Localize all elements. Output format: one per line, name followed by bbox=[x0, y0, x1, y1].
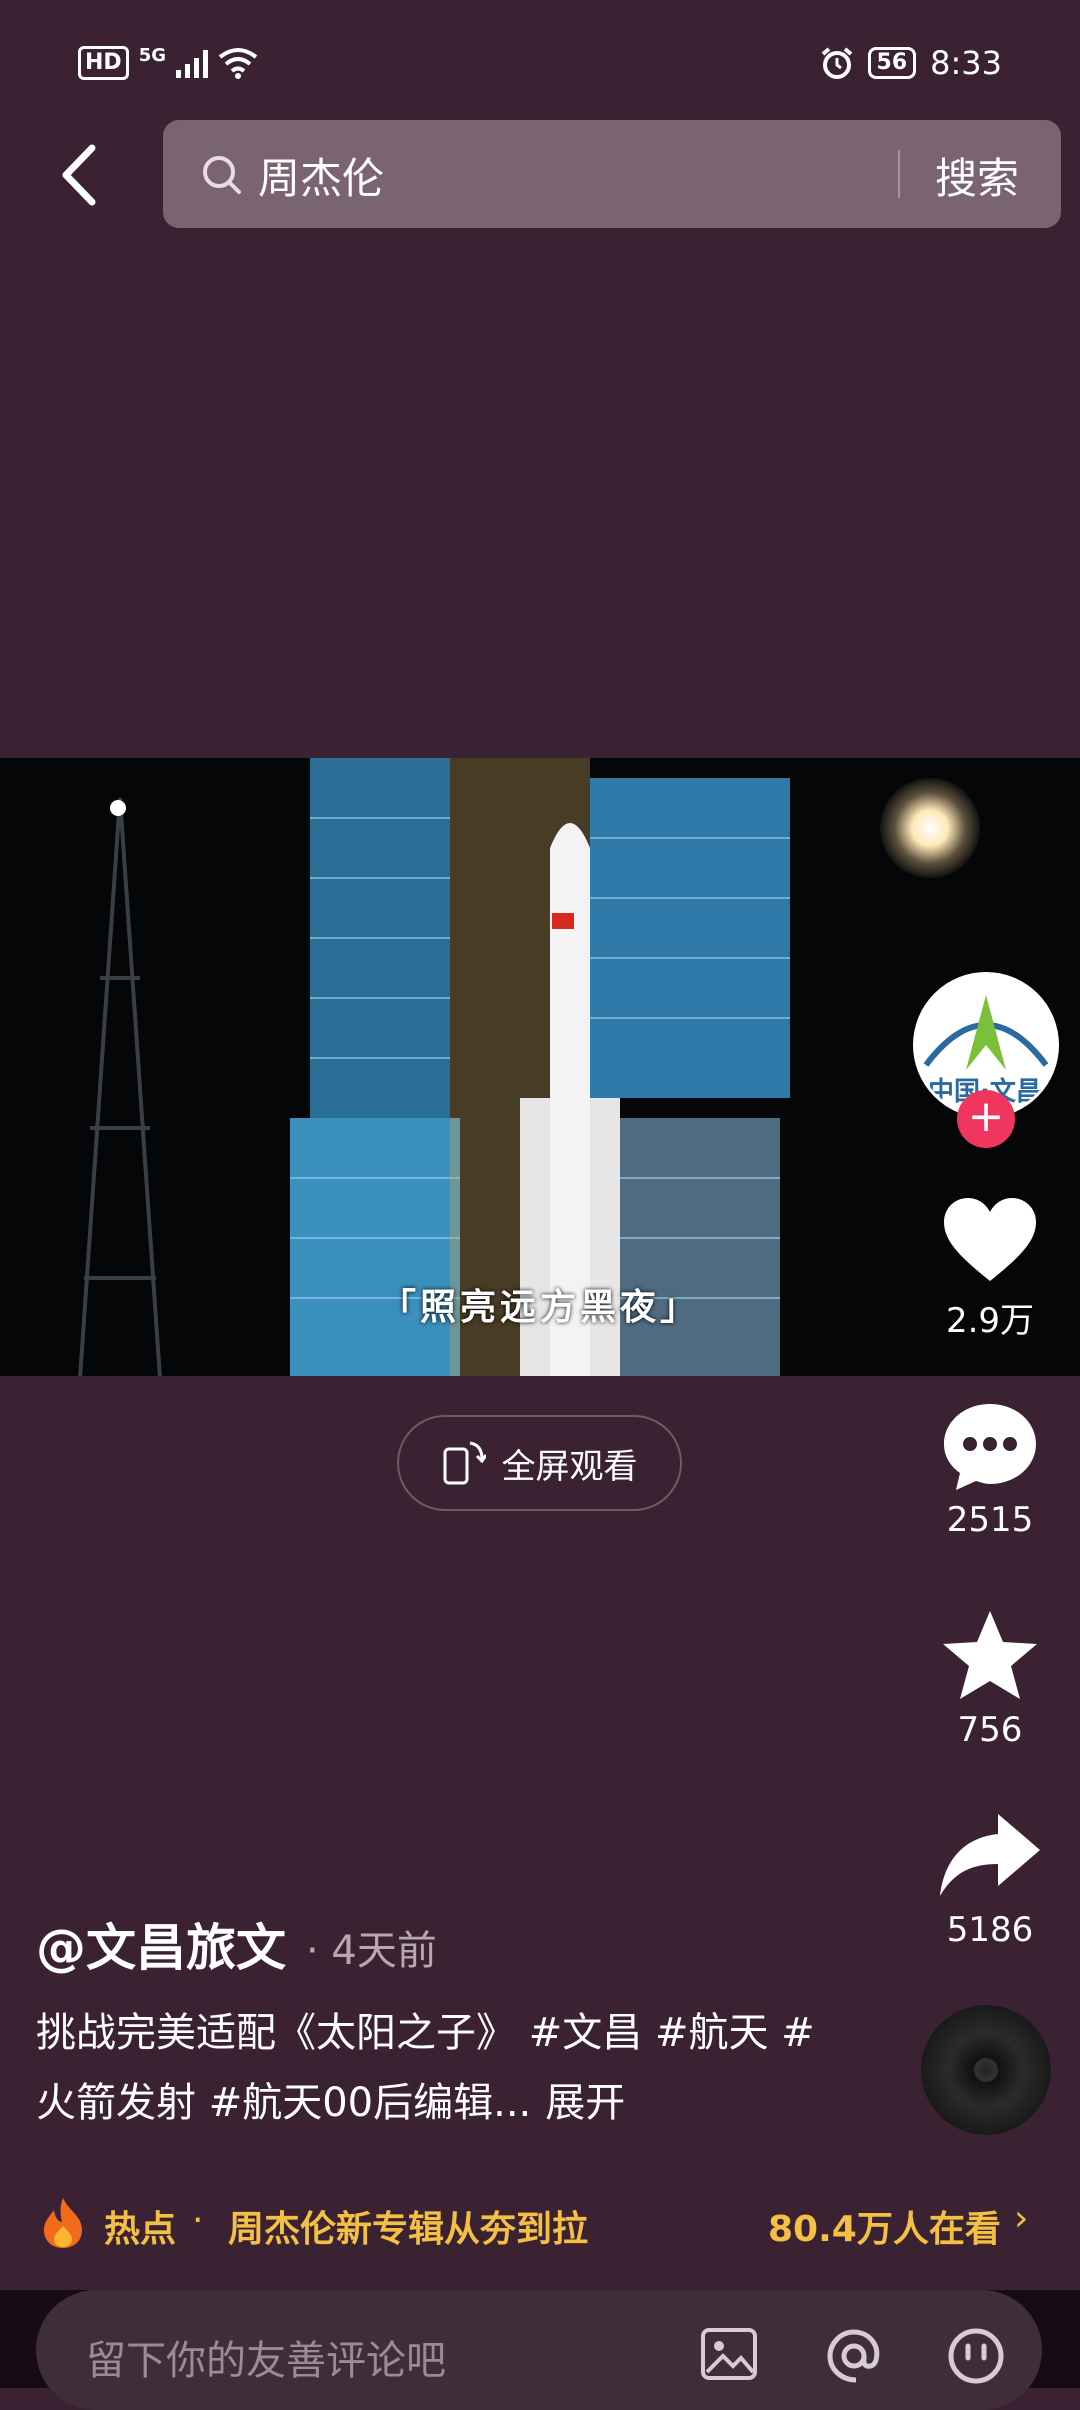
follow-button[interactable]: + bbox=[957, 1090, 1015, 1148]
share-count: 5186 bbox=[946, 1910, 1034, 1950]
comment-icon bbox=[944, 1404, 1036, 1490]
video-caption: 「照亮远方黑夜」 bbox=[380, 1287, 701, 1328]
image-icon[interactable] bbox=[699, 2326, 759, 2382]
post-time: · 4天前 bbox=[306, 1928, 437, 1974]
emoji-icon[interactable] bbox=[946, 2326, 1006, 2386]
favorite-button[interactable]: 756 bbox=[930, 1608, 1050, 1750]
like-button[interactable]: 2.9万 bbox=[930, 1195, 1050, 1342]
heart-icon bbox=[944, 1198, 1036, 1281]
flood-light bbox=[880, 778, 980, 878]
comment-input[interactable]: 留下你的友善评论吧 bbox=[36, 2290, 1042, 2410]
expand-button[interactable]: 展开 bbox=[545, 2080, 625, 2126]
hot-separator: · bbox=[192, 2200, 204, 2241]
alarm-icon bbox=[821, 47, 852, 79]
at-mention-icon[interactable] bbox=[824, 2326, 884, 2386]
bottom-comment-bar: 留下你的友善评论吧 bbox=[0, 2290, 1080, 2410]
back-button[interactable] bbox=[50, 140, 110, 210]
search-icon bbox=[203, 156, 241, 194]
hd-indicator: HD bbox=[78, 46, 129, 80]
search-button[interactable]: 搜索 bbox=[935, 145, 1019, 206]
comment-placeholder: 留下你的友善评论吧 bbox=[86, 2338, 446, 2384]
clock: 8:33 bbox=[930, 44, 1002, 82]
network-type: 5G bbox=[138, 45, 166, 66]
search-input[interactable]: 周杰伦 bbox=[258, 145, 384, 206]
signal-icon bbox=[176, 48, 208, 78]
battery-indicator: 56 bbox=[867, 47, 917, 79]
wifi-icon bbox=[218, 48, 258, 79]
search-divider bbox=[898, 150, 900, 198]
hot-topic-bar[interactable]: 热点 · 周杰伦新专辑从夯到拉 80.4万人在看 › bbox=[0, 2180, 1080, 2270]
fullscreen-label: 全屏观看 bbox=[501, 1446, 638, 1487]
comment-count: 2515 bbox=[946, 1500, 1034, 1540]
favorite-count: 756 bbox=[957, 1710, 1023, 1750]
fire-icon bbox=[44, 2198, 82, 2248]
status-right: 56 8:33 bbox=[820, 44, 1002, 82]
status-left: HD 5G bbox=[78, 46, 258, 80]
like-count: 2.9万 bbox=[945, 1301, 1035, 1341]
chevron-left-icon bbox=[62, 144, 96, 206]
hot-label: 热点 bbox=[104, 2209, 177, 2250]
share-button[interactable]: 5186 bbox=[930, 1810, 1050, 1950]
lightning-tower-image bbox=[78, 797, 162, 1376]
post-description: 挑战完美适配《太阳之子》 #文昌 #航天 #火箭发射 #航天00后编辑... 展开 bbox=[36, 1998, 816, 2138]
watching-count: 80.4万人在看 bbox=[768, 2209, 1001, 2250]
comment-button[interactable]: 2515 bbox=[930, 1400, 1050, 1540]
hot-topic[interactable]: 周杰伦新专辑从夯到拉 bbox=[228, 2200, 588, 2252]
music-disc[interactable] bbox=[921, 2005, 1051, 2135]
description-text: 挑战完美适配《太阳之子》 #文昌 #航天 #火箭发射 #航天00后编辑... bbox=[36, 2010, 815, 2126]
search-bar[interactable]: 周杰伦 搜索 bbox=[163, 120, 1061, 228]
chevron-right-icon: › bbox=[1014, 2198, 1029, 2239]
fullscreen-button[interactable]: 全屏观看 bbox=[397, 1415, 682, 1511]
star-icon bbox=[943, 1611, 1037, 1699]
status-bar: HD 5G 56 8:33 bbox=[0, 0, 1080, 130]
share-arrow-icon bbox=[940, 1814, 1040, 1896]
rotate-screen-icon bbox=[443, 1441, 486, 1485]
author-name[interactable]: @文昌旅文 bbox=[36, 1908, 286, 1980]
